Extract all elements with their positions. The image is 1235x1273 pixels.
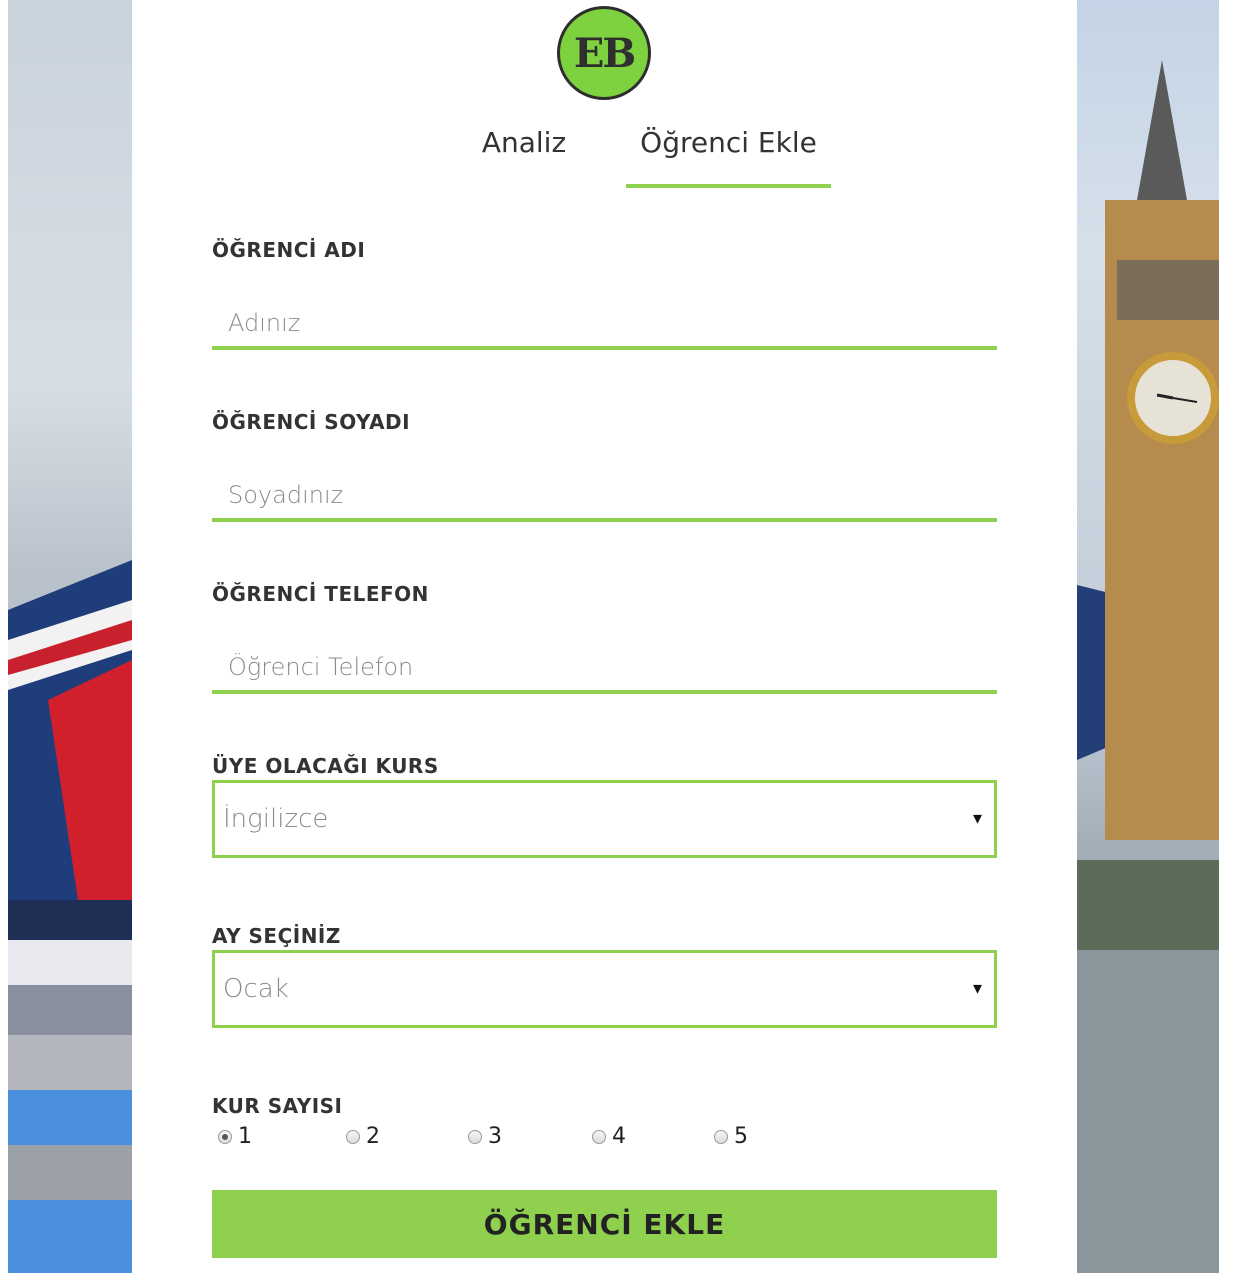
month-selected-value: Ocak bbox=[223, 974, 289, 1004]
course-select[interactable]: İngilizce ▾ bbox=[212, 780, 997, 858]
radio-button[interactable] bbox=[468, 1129, 482, 1144]
radio-button[interactable] bbox=[714, 1129, 728, 1144]
month-select[interactable]: Ocak ▾ bbox=[212, 950, 997, 1028]
radio-label: 3 bbox=[488, 1124, 502, 1149]
course-label: ÜYE OLACAĞI KURS bbox=[212, 754, 439, 778]
eb-logo: EB bbox=[557, 6, 651, 100]
tab-ogrenci-ekle[interactable]: Öğrenci Ekle bbox=[626, 122, 831, 188]
dropdown-arrow-icon: ▾ bbox=[972, 978, 982, 998]
radio-label: 2 bbox=[366, 1124, 380, 1149]
page-edge bbox=[1219, 0, 1235, 1273]
course-selected-value: İngilizce bbox=[223, 804, 329, 834]
add-student-button[interactable]: ÖĞRENCİ EKLE bbox=[212, 1190, 997, 1258]
dropdown-arrow-icon: ▾ bbox=[972, 808, 982, 828]
radio-button[interactable] bbox=[592, 1129, 606, 1144]
radio-button[interactable] bbox=[346, 1129, 360, 1144]
surname-input[interactable] bbox=[212, 472, 997, 522]
tab-analiz[interactable]: Analiz bbox=[462, 122, 586, 188]
level-label: KUR SAYISI bbox=[212, 1094, 343, 1118]
level-radio-3[interactable]: 3 bbox=[468, 1124, 502, 1149]
background-photo-left bbox=[8, 0, 132, 1273]
radio-label: 5 bbox=[734, 1124, 748, 1149]
level-radio-group: 1 2 3 4 5 bbox=[218, 1124, 918, 1154]
name-label: ÖĞRENCİ ADI bbox=[212, 238, 366, 262]
form-card: EB Analiz Öğrenci Ekle ÖĞRENCİ ADI ÖĞREN… bbox=[132, 4, 1077, 1273]
radio-button[interactable] bbox=[218, 1129, 232, 1144]
page-edge bbox=[0, 0, 8, 1273]
radio-label: 4 bbox=[612, 1124, 626, 1149]
radio-label: 1 bbox=[238, 1124, 252, 1149]
surname-label: ÖĞRENCİ SOYADI bbox=[212, 410, 411, 434]
phone-input[interactable] bbox=[212, 644, 997, 694]
level-radio-4[interactable]: 4 bbox=[592, 1124, 626, 1149]
name-input[interactable] bbox=[212, 300, 997, 350]
level-radio-1[interactable]: 1 bbox=[218, 1124, 252, 1149]
phone-label: ÖĞRENCİ TELEFON bbox=[212, 582, 429, 606]
background-photo-right bbox=[1077, 0, 1219, 1273]
month-label: AY SEÇİNİZ bbox=[212, 924, 341, 948]
level-radio-2[interactable]: 2 bbox=[346, 1124, 380, 1149]
level-radio-5[interactable]: 5 bbox=[714, 1124, 748, 1149]
tab-bar: Analiz Öğrenci Ekle bbox=[132, 122, 1077, 192]
